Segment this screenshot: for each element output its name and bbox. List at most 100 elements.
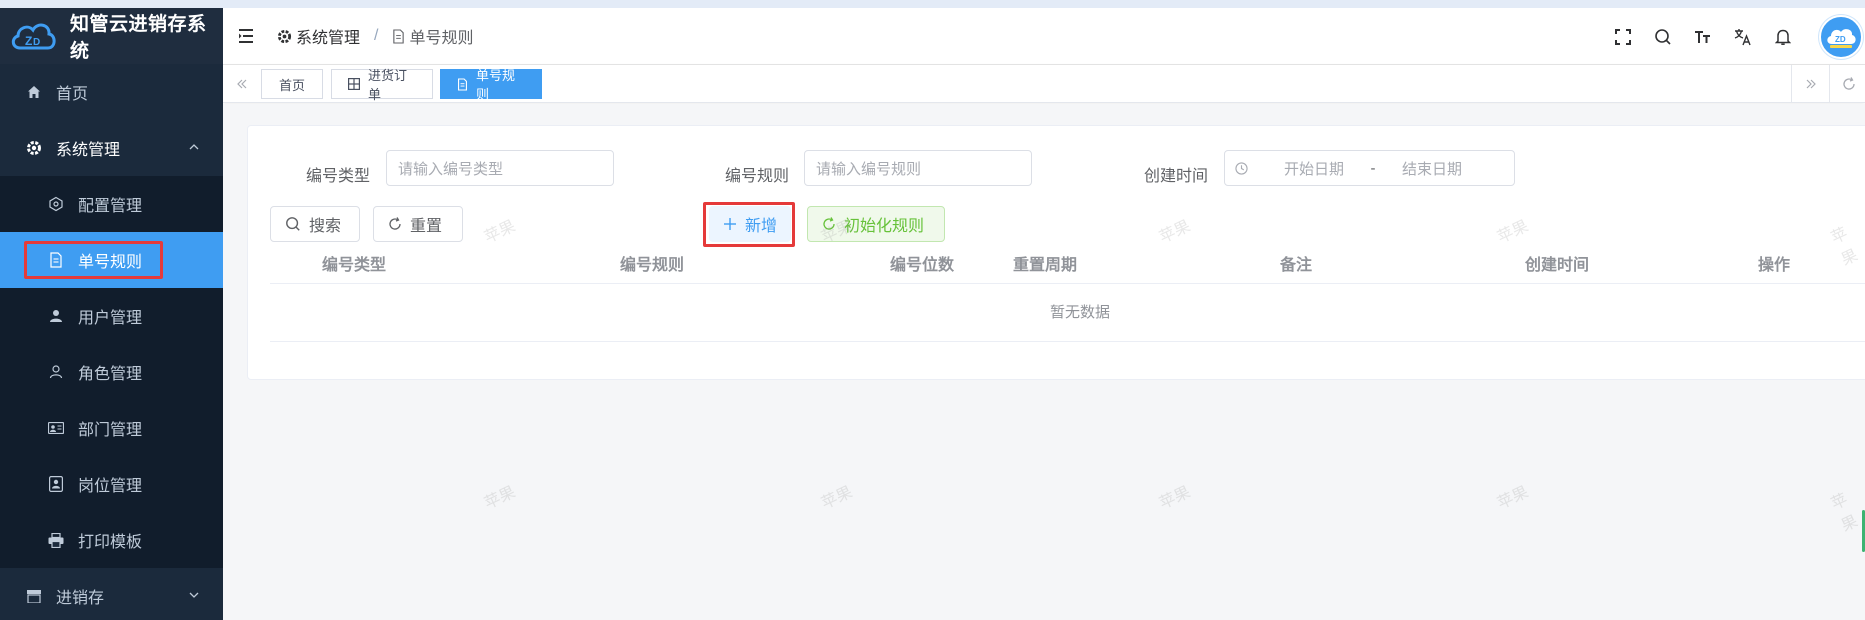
sidebar-item-system[interactable]: 系统管理: [0, 120, 223, 176]
refresh-icon: [388, 217, 402, 231]
chevron-down-icon: [189, 587, 199, 603]
end-date-placeholder[interactable]: 结束日期: [1384, 158, 1480, 179]
column-header[interactable]: 操作: [1758, 248, 1790, 284]
start-date-placeholder[interactable]: 开始日期: [1266, 158, 1362, 179]
tab-home[interactable]: 首页: [261, 69, 323, 99]
sidebar-item-label: 系统管理: [56, 142, 121, 159]
fullscreen-icon[interactable]: [1611, 25, 1635, 49]
reset-button[interactable]: 重置: [373, 206, 463, 242]
svg-text:Z: Z: [25, 34, 32, 48]
breadcrumb-item[interactable]: 系统管理: [296, 24, 360, 48]
tab-number-rule[interactable]: 单号规则: [440, 68, 542, 102]
sidebar-submenu: 配置管理 单号规则 用户管理 角色管理 部门管理 岗位管理 打印模板: [0, 176, 223, 568]
filter-created-label: 创建时间: [1144, 168, 1209, 185]
tags-view-bar: 首页 进货订单 单号规则: [223, 65, 1865, 103]
sidebar-item-inventory[interactable]: 进销存: [0, 568, 223, 620]
sidebar-item-label: 配置管理: [78, 198, 143, 215]
date-range-picker[interactable]: 开始日期 - 结束日期: [1224, 150, 1515, 186]
watermark: 苹果: [481, 483, 519, 513]
breadcrumb-current: 单号规则: [409, 30, 474, 47]
document-icon: [457, 77, 468, 91]
table-empty-state: 暂无数据: [270, 284, 1865, 342]
tab-label: 单号规则: [476, 68, 516, 102]
top-navbar: 系统管理 / 单号规则 ZD: [223, 8, 1865, 65]
search-button[interactable]: 搜索: [270, 206, 360, 242]
button-label: 重置: [410, 218, 443, 235]
input-placeholder: 请输入编号类型: [398, 160, 504, 178]
sidebar-item-label: 打印模板: [78, 534, 143, 551]
navbar-tools: ZD: [1603, 8, 1865, 65]
tab-label: 首页: [278, 77, 305, 93]
sidebar-item-departments[interactable]: 部门管理: [0, 400, 223, 456]
sidebar-item-number-rule[interactable]: 单号规则: [0, 232, 223, 288]
date-separator: -: [1370, 159, 1376, 177]
number-type-input[interactable]: 请输入编号类型: [386, 150, 614, 186]
gear-icon: [277, 29, 292, 44]
hamburger-icon[interactable]: [237, 27, 255, 45]
number-rule-input[interactable]: 请输入编号规则: [804, 150, 1032, 186]
tab-purchase-orders[interactable]: 进货订单: [331, 68, 433, 102]
double-chevron-left-icon[interactable]: [223, 65, 261, 103]
query-card: 编号类型 请输入编号类型 编号规则 请输入编号规则 创建时间 开始日期 - 结束…: [247, 125, 1865, 380]
breadcrumb-separator: /: [374, 27, 379, 44]
watermark: 苹果: [1828, 491, 1861, 536]
highlight-box: [703, 202, 795, 247]
translate-icon[interactable]: [1731, 25, 1755, 49]
search-icon: [285, 216, 301, 232]
column-header[interactable]: 编号类型: [322, 248, 386, 284]
document-icon: [392, 28, 405, 44]
sidebar-item-label: 岗位管理: [78, 478, 143, 495]
column-header[interactable]: 创建时间: [1525, 248, 1589, 284]
main-content: 编号类型 请输入编号类型 编号规则 请输入编号规则 创建时间 开始日期 - 结束…: [223, 104, 1865, 620]
cloud-logo-icon: Z D: [8, 16, 58, 56]
sidebar-item-label: 角色管理: [78, 366, 143, 383]
double-chevron-right-icon[interactable]: [1791, 65, 1829, 103]
font-size-icon[interactable]: [1691, 25, 1715, 49]
column-header[interactable]: 编号位数: [890, 248, 954, 284]
tab-label: 进货订单: [368, 68, 408, 102]
user-outline-icon: [48, 364, 64, 380]
sidebar-item-print-template[interactable]: 打印模板: [0, 512, 223, 568]
gear-icon: [26, 140, 42, 156]
table-header: 编号类型 编号规则 编号位数 重置周期 备注 创建时间 操作: [270, 248, 1865, 284]
highlight-box: [24, 241, 163, 279]
button-label: 搜索: [309, 218, 342, 235]
column-header[interactable]: 备注: [1280, 248, 1312, 284]
badge-icon: [48, 476, 64, 492]
filter-type-label: 编号类型: [306, 168, 371, 185]
sidebar-item-config[interactable]: 配置管理: [0, 176, 223, 232]
user-icon: [48, 308, 64, 324]
sidebar-item-positions[interactable]: 岗位管理: [0, 456, 223, 512]
sidebar: Z D 知管云进销存系统 首页 系统管理 配置管理 单号规则 用户管理 角色管理…: [0, 8, 223, 620]
refresh-icon[interactable]: [1829, 65, 1865, 103]
home-icon: [26, 84, 42, 100]
breadcrumb: 系统管理 / 单号规则: [277, 24, 473, 48]
watermark: 苹果: [1494, 483, 1532, 513]
sidebar-item-label: 首页: [56, 86, 89, 103]
sidebar-item-roles[interactable]: 角色管理: [0, 344, 223, 400]
printer-icon: [48, 532, 64, 548]
window-top-strip: [0, 0, 1865, 8]
sidebar-item-label: 用户管理: [78, 310, 143, 327]
logo-area[interactable]: Z D 知管云进销存系统: [0, 8, 223, 64]
bell-icon[interactable]: [1771, 25, 1795, 49]
svg-text:D: D: [33, 37, 40, 48]
button-label: 初始化规则: [844, 218, 925, 235]
init-rules-button[interactable]: 初始化规则: [807, 206, 945, 242]
column-header[interactable]: 编号规则: [620, 248, 684, 284]
sidebar-item-label: 部门管理: [78, 422, 143, 439]
hexagon-icon: [48, 196, 64, 212]
column-header[interactable]: 重置周期: [1013, 248, 1077, 284]
input-placeholder: 请输入编号规则: [816, 160, 922, 178]
filter-rule-label: 编号规则: [725, 168, 790, 185]
id-card-icon: [48, 420, 64, 436]
refresh-icon: [822, 217, 836, 231]
avatar[interactable]: ZD: [1819, 14, 1863, 59]
search-icon[interactable]: [1651, 25, 1675, 49]
sidebar-item-users[interactable]: 用户管理: [0, 288, 223, 344]
svg-text:ZD: ZD: [1835, 35, 1846, 44]
store-icon: [26, 588, 42, 604]
clock-icon: [1235, 161, 1248, 175]
sidebar-item-label: 进销存: [56, 590, 105, 607]
sidebar-item-home[interactable]: 首页: [0, 64, 223, 120]
